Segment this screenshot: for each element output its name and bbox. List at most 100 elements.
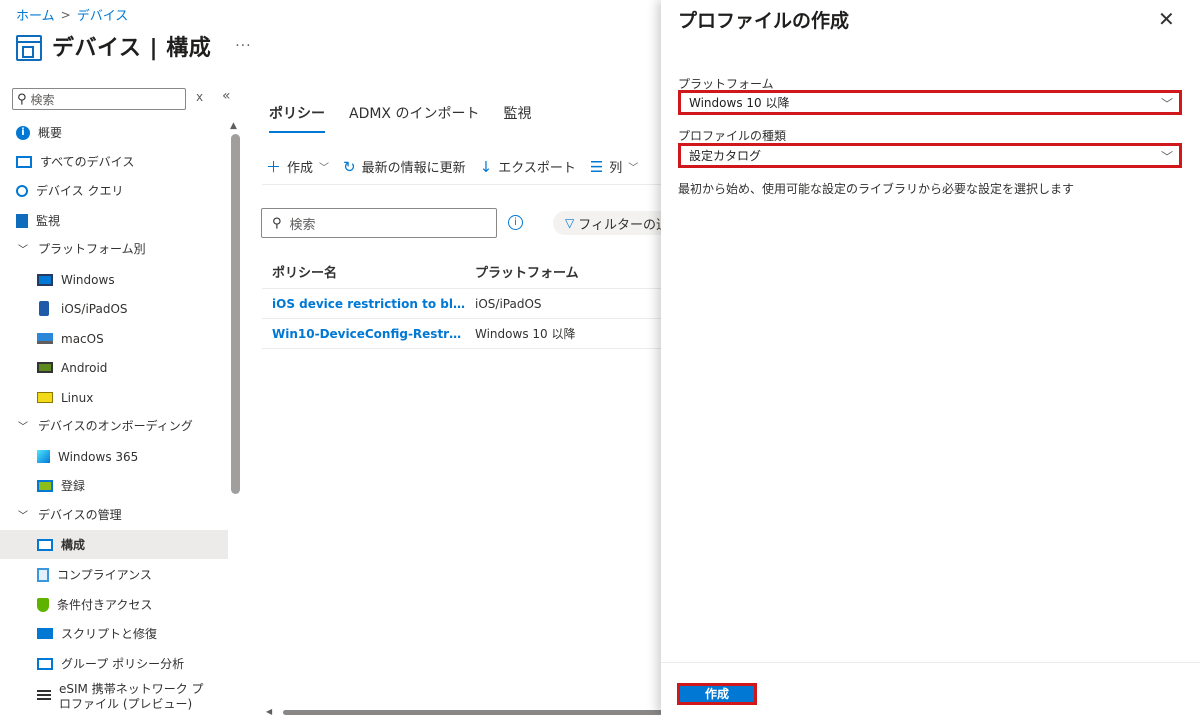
breadcrumb-home[interactable]: ホーム bbox=[16, 5, 55, 24]
refresh-label: 最新の情報に更新 bbox=[361, 161, 466, 176]
sidebar-item-windows[interactable]: Windows bbox=[0, 265, 228, 294]
sidebar-group-label: デバイスのオンボーディング bbox=[38, 419, 193, 433]
more-options-button[interactable]: ··· bbox=[235, 38, 251, 54]
profile-type-dropdown[interactable]: 設定カタログ ﹀ bbox=[678, 143, 1182, 168]
scroll-left-icon[interactable]: ◀ bbox=[266, 707, 272, 715]
nav-search-input[interactable]: ⚲ 検索 bbox=[12, 88, 186, 110]
sidebar-item-label: iOS/iPadOS bbox=[61, 301, 128, 316]
ios-icon bbox=[39, 301, 49, 316]
page-header: デバイス | 構成 ··· bbox=[16, 30, 252, 62]
enrollment-icon bbox=[37, 479, 53, 492]
refresh-icon: ↻ bbox=[343, 157, 356, 176]
sidebar-group-manage-devices[interactable]: ﹀ デバイスの管理 bbox=[0, 500, 228, 529]
command-bar: ＋ 作成 ﹀ ↻ 最新の情報に更新 ↓ エクスポート ☰ 列 ﹀ bbox=[266, 156, 652, 177]
sidebar-item-conditional-access[interactable]: 条件付きアクセス bbox=[0, 590, 228, 619]
filter-icon: ▽ bbox=[565, 216, 575, 230]
nav-search-placeholder: 検索 bbox=[30, 92, 55, 107]
breadcrumb: ホーム > デバイス bbox=[16, 5, 129, 25]
add-filter-label: フィルターの追 bbox=[578, 217, 669, 233]
panel-title: プロファイルの作成 bbox=[678, 10, 850, 32]
sidebar-item-ios[interactable]: iOS/iPadOS bbox=[0, 294, 228, 323]
column-header-platform[interactable]: プラットフォーム bbox=[465, 262, 655, 281]
divider bbox=[262, 184, 662, 185]
sidebar-item-label: macOS bbox=[61, 331, 104, 346]
sidebar-item-compliance[interactable]: コンプライアンス bbox=[0, 560, 228, 589]
scroll-up-icon[interactable]: ▲ bbox=[230, 121, 237, 131]
sidebar-scrollbar[interactable] bbox=[231, 134, 240, 494]
sidebar-item-configuration[interactable]: 構成 bbox=[0, 530, 228, 559]
linux-icon bbox=[37, 392, 53, 403]
export-button[interactable]: ↓ エクスポート bbox=[480, 157, 576, 177]
sidebar-item-label: スクリプトと修復 bbox=[61, 627, 158, 641]
sidebar-item-macos[interactable]: macOS bbox=[0, 324, 228, 353]
close-icon[interactable]: ✕ bbox=[1158, 7, 1175, 31]
breadcrumb-separator: > bbox=[60, 7, 71, 22]
clear-search-button[interactable]: x bbox=[196, 90, 203, 104]
policy-name-link[interactable]: Win10-DeviceConfig-Restrictions bbox=[262, 327, 465, 341]
compliance-icon bbox=[37, 567, 49, 582]
tab-admx-import[interactable]: ADMX のインポート bbox=[349, 103, 479, 133]
columns-icon: ☰ bbox=[589, 157, 604, 176]
info-icon: i bbox=[16, 125, 30, 140]
app-root: ホーム > デバイス デバイス | 構成 ··· ⚲ 検索 x « i 概要 す… bbox=[0, 0, 1200, 715]
platform-selected-value: Windows 10 以降 bbox=[689, 96, 790, 110]
refresh-button[interactable]: ↻ 最新の情報に更新 bbox=[343, 157, 466, 177]
horizontal-scrollbar[interactable] bbox=[283, 710, 663, 715]
all-devices-icon bbox=[16, 155, 32, 168]
main-tabs: ポリシー ADMX のインポート 監視 bbox=[269, 103, 555, 133]
plus-icon: ＋ bbox=[266, 158, 282, 176]
group-policy-icon bbox=[37, 657, 53, 670]
policy-platform: Windows 10 以降 bbox=[475, 327, 576, 341]
collapse-nav-button[interactable]: « bbox=[222, 88, 231, 104]
sidebar-group-onboarding[interactable]: ﹀ デバイスのオンボーディング bbox=[0, 411, 228, 440]
tab-policies[interactable]: ポリシー bbox=[269, 103, 325, 133]
chevron-down-icon: ﹀ bbox=[1160, 150, 1173, 164]
sidebar-item-all-devices[interactable]: すべてのデバイス bbox=[0, 147, 228, 176]
sidebar-group-by-platform[interactable]: ﹀ プラットフォーム別 bbox=[0, 234, 228, 263]
sidebar-item-linux[interactable]: Linux bbox=[0, 383, 228, 412]
sidebar-item-label: Android bbox=[61, 360, 108, 375]
columns-button[interactable]: ☰ 列 ﹀ bbox=[589, 157, 639, 177]
platform-dropdown[interactable]: Windows 10 以降 ﹀ bbox=[678, 90, 1182, 115]
sidebar-item-device-query[interactable]: デバイス クエリ bbox=[0, 176, 228, 205]
breadcrumb-devices[interactable]: デバイス bbox=[77, 5, 129, 24]
sidebar-item-overview[interactable]: i 概要 bbox=[0, 118, 228, 147]
tab-monitor[interactable]: 監視 bbox=[503, 103, 531, 133]
sidebar-item-android[interactable]: Android bbox=[0, 353, 228, 382]
chevron-down-icon: ﹀ bbox=[18, 245, 28, 256]
sidebar-item-label-line1: eSIM 携帯ネットワーク プ bbox=[59, 682, 204, 696]
chevron-down-icon: ﹀ bbox=[18, 422, 28, 433]
page-title: デバイス | 構成 bbox=[52, 36, 212, 61]
sidebar-item-label: 監視 bbox=[36, 214, 61, 228]
profile-type-description: 最初から始め、使用可能な設定のライブラリから必要な設定を選択します bbox=[678, 182, 1075, 196]
sidebar-item-label: すべてのデバイス bbox=[40, 155, 135, 169]
sidebar-item-scripts[interactable]: スクリプトと修復 bbox=[0, 619, 228, 648]
column-header-policy-name[interactable]: ポリシー名 bbox=[262, 262, 465, 281]
android-icon bbox=[37, 362, 53, 373]
create-profile-button[interactable]: 作成 bbox=[677, 683, 757, 705]
sidebar-item-label: Windows 365 bbox=[58, 449, 139, 464]
sidebar-item-monitor[interactable]: 監視 bbox=[0, 206, 228, 235]
chevron-down-icon: ﹀ bbox=[628, 163, 639, 174]
sidebar-item-enrollment[interactable]: 登録 bbox=[0, 471, 228, 500]
sidebar-item-windows-365[interactable]: Windows 365 bbox=[0, 442, 228, 471]
configuration-icon bbox=[16, 35, 42, 61]
sidebar-item-esim[interactable]: eSIM 携帯ネットワーク プ ロファイル (プレビュー) bbox=[0, 682, 228, 715]
sidebar-item-label: eSIM 携帯ネットワーク プ ロファイル (プレビュー) bbox=[59, 682, 204, 712]
chevron-down-icon: ﹀ bbox=[319, 163, 330, 174]
chevron-down-icon: ﹀ bbox=[1160, 97, 1173, 111]
sidebar-group-label: デバイスの管理 bbox=[38, 508, 122, 522]
info-icon[interactable]: i bbox=[508, 215, 523, 230]
policies-table: ポリシー名 プラットフォーム iOS device restriction to… bbox=[262, 255, 662, 349]
sidebar-item-group-policy[interactable]: グループ ポリシー分析 bbox=[0, 649, 228, 678]
device-query-icon bbox=[16, 184, 28, 197]
policy-name-link[interactable]: iOS device restriction to block G... bbox=[262, 297, 465, 311]
create-profile-panel: プロファイルの作成 ✕ プラットフォーム Windows 10 以降 ﹀ プロフ… bbox=[661, 0, 1200, 715]
create-button[interactable]: ＋ 作成 ﹀ bbox=[266, 156, 329, 177]
sidebar-item-label: Windows bbox=[61, 272, 115, 287]
policy-search-input[interactable]: ⚲ 検索 bbox=[261, 208, 497, 238]
table-row: iOS device restriction to block G... iOS… bbox=[262, 289, 662, 319]
profile-type-selected-value: 設定カタログ bbox=[689, 149, 762, 163]
sidebar-item-label: コンプライアンス bbox=[57, 568, 152, 582]
policy-search-placeholder: 検索 bbox=[289, 217, 316, 233]
